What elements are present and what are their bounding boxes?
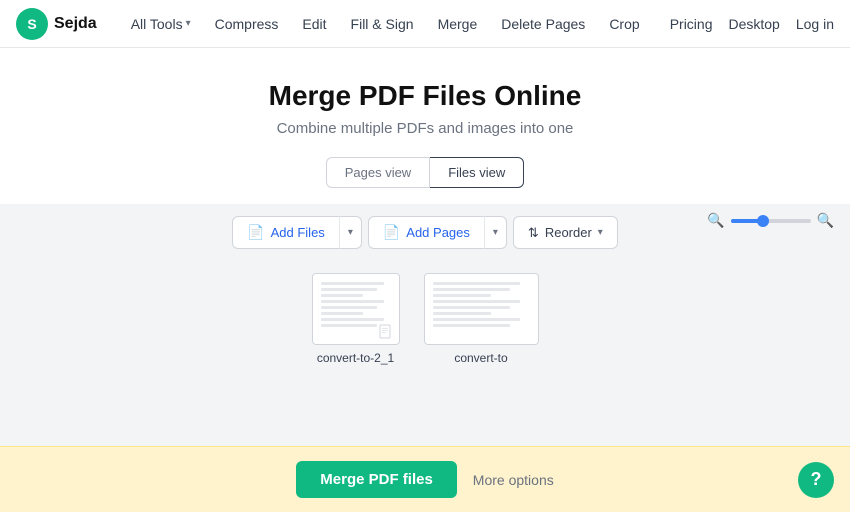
files-view-button[interactable]: Files view [430, 157, 524, 188]
help-button[interactable]: ? [798, 462, 834, 498]
nav-crop[interactable]: Crop [599, 10, 649, 38]
add-files-group: 📄 Add Files ▾ [232, 216, 362, 249]
nav-right: Pricing Desktop Log in [670, 16, 834, 32]
more-options-link[interactable]: More options [473, 472, 554, 488]
add-files-icon: 📄 [247, 224, 264, 241]
page-header: Merge PDF Files Online Combine multiple … [0, 48, 850, 157]
add-files-button[interactable]: 📄 Add Files [232, 216, 339, 249]
reorder-arrow-icon: ▾ [598, 227, 603, 238]
page-title: Merge PDF Files Online [16, 80, 834, 112]
navbar: S Sejda All Tools ▾ Compress Edit Fill &… [0, 0, 850, 48]
login-link[interactable]: Log in [796, 16, 834, 32]
pricing-link[interactable]: Pricing [670, 16, 713, 32]
nav-merge[interactable]: Merge [428, 10, 488, 38]
page-subtitle: Combine multiple PDFs and images into on… [16, 120, 834, 137]
view-toggle: Pages view Files view [0, 157, 850, 204]
bottom-bar: Merge PDF files More options ? [0, 446, 850, 512]
file-item[interactable]: convert-to [424, 273, 539, 365]
pages-view-button[interactable]: Pages view [326, 157, 430, 188]
nav-compress[interactable]: Compress [205, 10, 289, 38]
logo-icon: S [16, 8, 48, 40]
reorder-icon: ⇅ [528, 225, 539, 241]
file-toolbar: 📄 Add Files ▾ 📄 Add Pages ▾ ⇅ Reorder ▾ [0, 204, 850, 249]
nav-fill-sign[interactable]: Fill & Sign [341, 10, 424, 38]
nav-links: All Tools ▾ Compress Edit Fill & Sign Me… [121, 10, 670, 38]
file-name: convert-to-2_1 [317, 351, 394, 365]
files-area: convert-to-2_1 convert-to [0, 249, 850, 365]
file-name: convert-to [454, 351, 507, 365]
logo-text: Sejda [54, 15, 97, 33]
reorder-button[interactable]: ⇅ Reorder ▾ [513, 216, 618, 249]
add-pages-dropdown[interactable]: ▾ [484, 216, 507, 249]
nav-all-tools[interactable]: All Tools ▾ [121, 10, 201, 38]
logo[interactable]: S Sejda [16, 8, 97, 40]
file-thumbnail [312, 273, 400, 345]
pdf-icon [379, 324, 395, 340]
file-thumbnail [424, 273, 539, 345]
file-item[interactable]: convert-to-2_1 [312, 273, 400, 365]
nav-delete-pages[interactable]: Delete Pages [491, 10, 595, 38]
add-pages-group: 📄 Add Pages ▾ [368, 216, 507, 249]
desktop-link[interactable]: Desktop [728, 16, 779, 32]
add-pages-button[interactable]: 📄 Add Pages [368, 216, 484, 249]
add-pages-icon: 📄 [383, 224, 400, 241]
merge-button[interactable]: Merge PDF files [296, 461, 457, 498]
add-files-dropdown[interactable]: ▾ [339, 216, 362, 249]
chevron-down-icon: ▾ [186, 18, 191, 29]
main-area: 🔍 🔍 📄 Add Files ▾ 📄 Add Pages [0, 204, 850, 512]
nav-edit[interactable]: Edit [292, 10, 336, 38]
